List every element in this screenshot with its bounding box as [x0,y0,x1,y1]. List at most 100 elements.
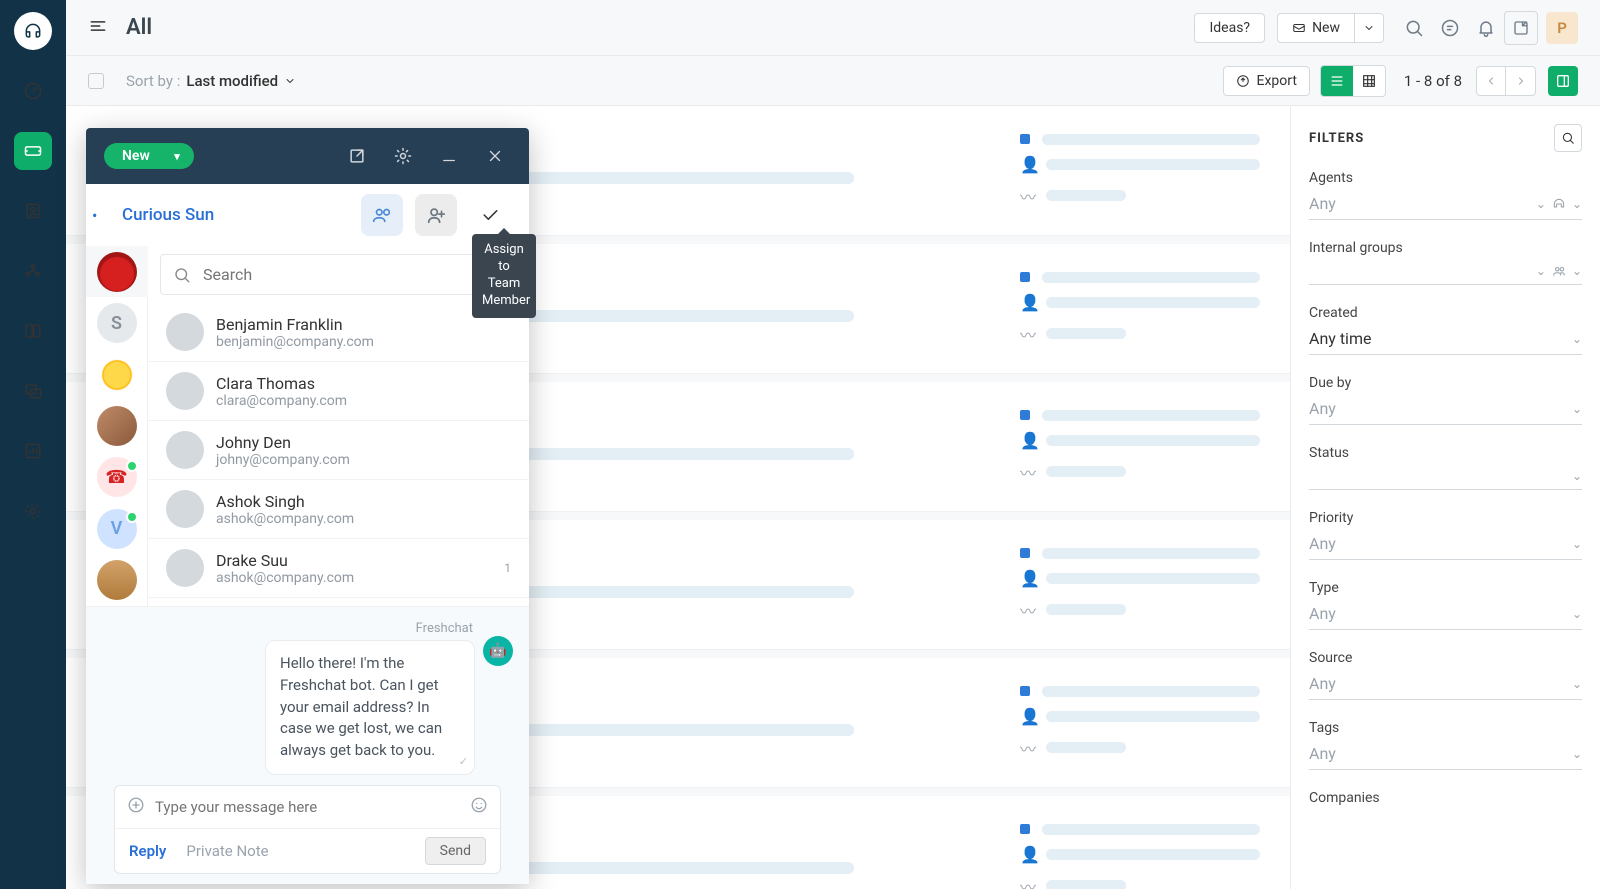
filter-type[interactable]: Any⌄ [1309,600,1582,630]
settings-icon[interactable] [387,140,419,172]
nav-solutions[interactable] [14,312,52,350]
conv-item[interactable] [86,349,148,400]
person-avatar-icon [166,313,204,351]
apps-icon[interactable] [1504,11,1538,45]
person-row[interactable]: Drake Suuashok@company.com1 [148,539,529,598]
list-toolbar: Sort by : Last modified Export 1 - 8 of … [66,56,1600,106]
search-icon[interactable] [1396,10,1432,46]
attach-icon[interactable] [127,796,145,818]
nav-forums[interactable] [14,372,52,410]
filter-tags-label: Tags [1309,720,1582,736]
avatar-icon: S [97,303,137,343]
filter-companies-label: Companies [1309,790,1582,806]
people-search-input[interactable] [203,265,504,284]
page-title: All [126,15,152,40]
page-info: 1 - 8 of 8 [1404,72,1462,90]
sort-by-dropdown[interactable]: Last modified [186,72,296,90]
filter-groups[interactable]: ⌄⌄ [1309,260,1582,285]
chat-header: New [86,128,529,184]
chat-icon[interactable] [1432,10,1468,46]
tab-private-note[interactable]: Private Note [186,842,268,860]
filter-source[interactable]: Any⌄ [1309,670,1582,700]
emoji-icon[interactable] [470,796,488,818]
bot-avatar-icon: 🤖 [483,636,513,666]
person-avatar-icon [166,372,204,410]
minimize-icon[interactable] [433,140,465,172]
close-icon[interactable] [479,140,511,172]
user-avatar[interactable]: P [1546,12,1578,44]
filter-priority[interactable]: Any⌄ [1309,530,1582,560]
message-area: Freshchat Hello there! I'm the Freshchat… [86,606,529,884]
select-all-checkbox[interactable] [88,73,104,89]
filters-title: FILTERS [1309,131,1364,146]
nav-automation[interactable] [14,252,52,290]
new-button[interactable]: New [1277,13,1355,43]
contact-name[interactable]: Curious Sun [122,205,349,225]
filter-tags[interactable]: Any⌄ [1309,740,1582,770]
table-view[interactable] [1353,66,1385,96]
people-search [160,254,517,295]
chat-widget: New • Curious Sun Assign to Team Member … [86,128,529,884]
new-button-label: New [1312,20,1340,36]
bot-message: Hello there! I'm the Freshchat bot. Can … [265,640,475,775]
assign-member-icon[interactable] [415,194,457,236]
conv-item[interactable]: ☎ [86,452,148,503]
export-button[interactable]: Export [1223,66,1309,96]
tab-reply[interactable]: Reply [129,842,166,860]
assign-tooltip: Assign to Team Member [472,234,536,318]
filter-due[interactable]: Any⌄ [1309,395,1582,425]
nav-tickets[interactable] [14,132,52,170]
menu-toggle[interactable] [88,16,108,40]
left-nav-rail [0,0,66,889]
prev-page[interactable] [1476,66,1506,96]
person-row[interactable]: Johny Denjohny@company.com [148,421,529,480]
filter-agents-label: Agents [1309,170,1582,186]
filter-priority-label: Priority [1309,510,1582,526]
bot-name: Freshchat [102,621,473,636]
message-input[interactable] [155,798,460,816]
person-row[interactable]: Clara Thomasclara@company.com [148,362,529,421]
filter-type-label: Type [1309,580,1582,596]
conv-item[interactable] [86,555,148,606]
card-view[interactable] [1321,66,1353,96]
top-bar: All Ideas? New P [66,0,1600,56]
conv-item[interactable] [86,246,148,297]
person-row[interactable]: Ashok Singhashok@company.com [148,480,529,539]
next-page[interactable] [1506,66,1536,96]
avatar-icon [97,252,137,292]
filters-search-icon[interactable] [1554,124,1582,152]
sort-by-label: Sort by : [126,72,180,90]
filter-status[interactable]: ⌄ [1309,465,1582,490]
popout-icon[interactable] [341,140,373,172]
assign-group-icon[interactable] [361,194,403,236]
person-avatar-icon [166,431,204,469]
filters-panel: FILTERS AgentsAny⌄⌄ Internal groups⌄⌄ Cr… [1290,106,1600,889]
resolve-icon[interactable] [469,205,511,225]
filter-created-label: Created [1309,305,1582,321]
filter-created[interactable]: Any time⌄ [1309,325,1582,355]
nav-settings[interactable] [14,492,52,530]
conversation-status-dropdown[interactable]: New [104,143,194,169]
filter-status-label: Status [1309,445,1582,461]
nav-contacts[interactable] [14,192,52,230]
conv-item[interactable]: V [86,503,148,554]
avatar-icon [97,406,137,446]
filter-agents[interactable]: Any⌄⌄ [1309,190,1582,220]
ideas-button[interactable]: Ideas? [1194,13,1265,43]
app-logo [14,12,52,50]
conv-item[interactable]: S [86,297,148,348]
filter-source-label: Source [1309,650,1582,666]
notifications-icon[interactable] [1468,10,1504,46]
avatar-icon [97,560,137,600]
toggle-filters[interactable] [1548,66,1578,96]
view-toggle [1320,65,1386,97]
nav-dashboard[interactable] [14,72,52,110]
filter-groups-label: Internal groups [1309,240,1582,256]
new-dropdown[interactable] [1355,13,1384,43]
chat-subheader: • Curious Sun Assign to Team Member [86,184,529,246]
person-avatar-icon [166,490,204,528]
send-button[interactable]: Send [425,837,486,865]
conv-item[interactable] [86,400,148,451]
person-avatar-icon [166,549,204,587]
nav-reports[interactable] [14,432,52,470]
